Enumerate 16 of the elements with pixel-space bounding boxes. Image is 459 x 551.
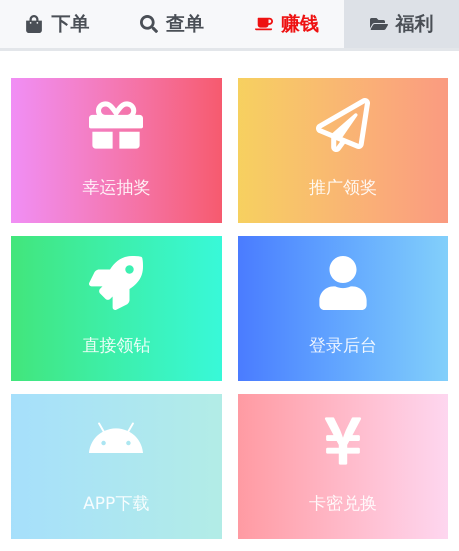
search-icon: [140, 15, 158, 33]
menu-tile[interactable]: 幸运抽奖: [11, 78, 222, 223]
folder-icon: [370, 15, 388, 33]
menu-tile[interactable]: 登录后台: [238, 236, 448, 381]
menu-tile[interactable]: APP下载: [11, 394, 222, 539]
cup-icon: [254, 15, 273, 33]
paper-plane-icon: [316, 98, 370, 152]
tab[interactable]: 赚钱: [230, 0, 344, 48]
menu-tile[interactable]: 推广领奖: [238, 78, 448, 223]
rocket-icon: [89, 256, 144, 310]
tab[interactable]: 下单: [0, 0, 115, 48]
tab[interactable]: 查单: [114, 0, 230, 48]
menu-tile[interactable]: 卡密兑换: [238, 394, 448, 539]
menu-tile[interactable]: 直接领钻: [11, 236, 222, 381]
bag-icon: [25, 15, 44, 33]
tab[interactable]: 福利: [344, 0, 459, 48]
